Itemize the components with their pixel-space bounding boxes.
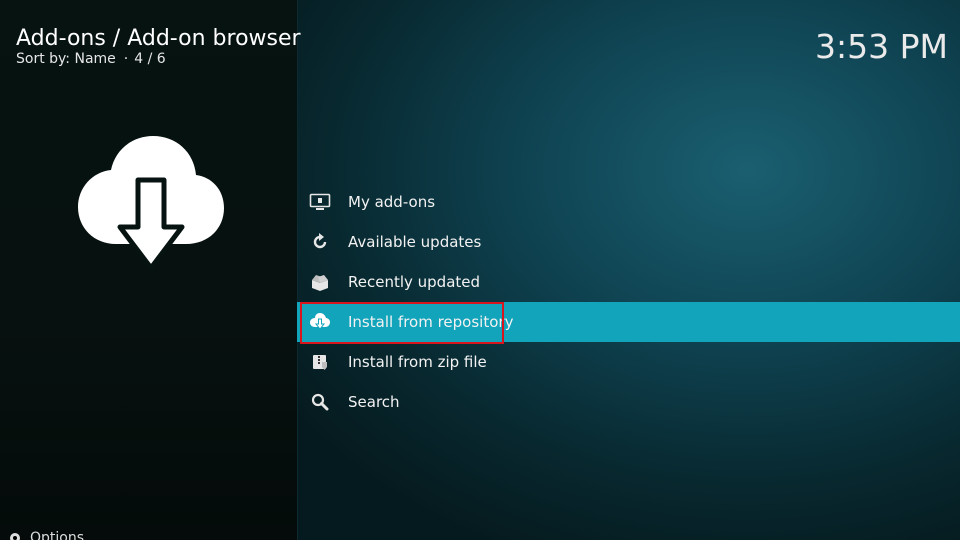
options-button[interactable]: Options <box>8 530 84 540</box>
menu-item-available-updates[interactable]: Available updates <box>297 222 960 262</box>
clock: 3:53 PM <box>815 27 948 66</box>
menu-item-recently-updated[interactable]: Recently updated <box>297 262 960 302</box>
separator: · <box>123 51 129 67</box>
options-label: Options <box>30 530 85 540</box>
menu-item-my-addons[interactable]: My add-ons <box>297 182 960 222</box>
menu-item-label: Available updates <box>348 233 482 251</box>
zip-file-icon <box>309 352 331 372</box>
kodi-addon-browser: Add-ons / Add-on browser Sort by: Name · 4… <box>0 0 960 540</box>
header: Add-ons / Add-on browser Sort by: Name · 4… <box>16 26 301 67</box>
page-title: Add-ons / Add-on browser <box>16 26 301 51</box>
open-box-icon <box>309 272 331 292</box>
menu-item-label: Recently updated <box>348 273 481 291</box>
cloud-download-icon <box>78 136 224 271</box>
search-icon <box>309 392 331 412</box>
gear-icon <box>10 533 20 540</box>
monitor-box-icon <box>309 192 331 212</box>
sort-info: Sort by: Name · 4 / 6 <box>16 51 301 67</box>
item-position: 4 / 6 <box>134 51 166 67</box>
menu-item-install-from-zip[interactable]: Install from zip file <box>297 342 960 382</box>
sort-label[interactable]: Sort by: Name <box>16 51 116 67</box>
menu-item-label: Search <box>348 393 400 411</box>
menu-item-label: My add-ons <box>348 193 436 211</box>
annotation-highlight-box <box>300 302 504 344</box>
refresh-icon <box>309 232 331 252</box>
menu-item-search[interactable]: Search <box>297 382 960 422</box>
menu-item-label: Install from zip file <box>348 353 487 371</box>
